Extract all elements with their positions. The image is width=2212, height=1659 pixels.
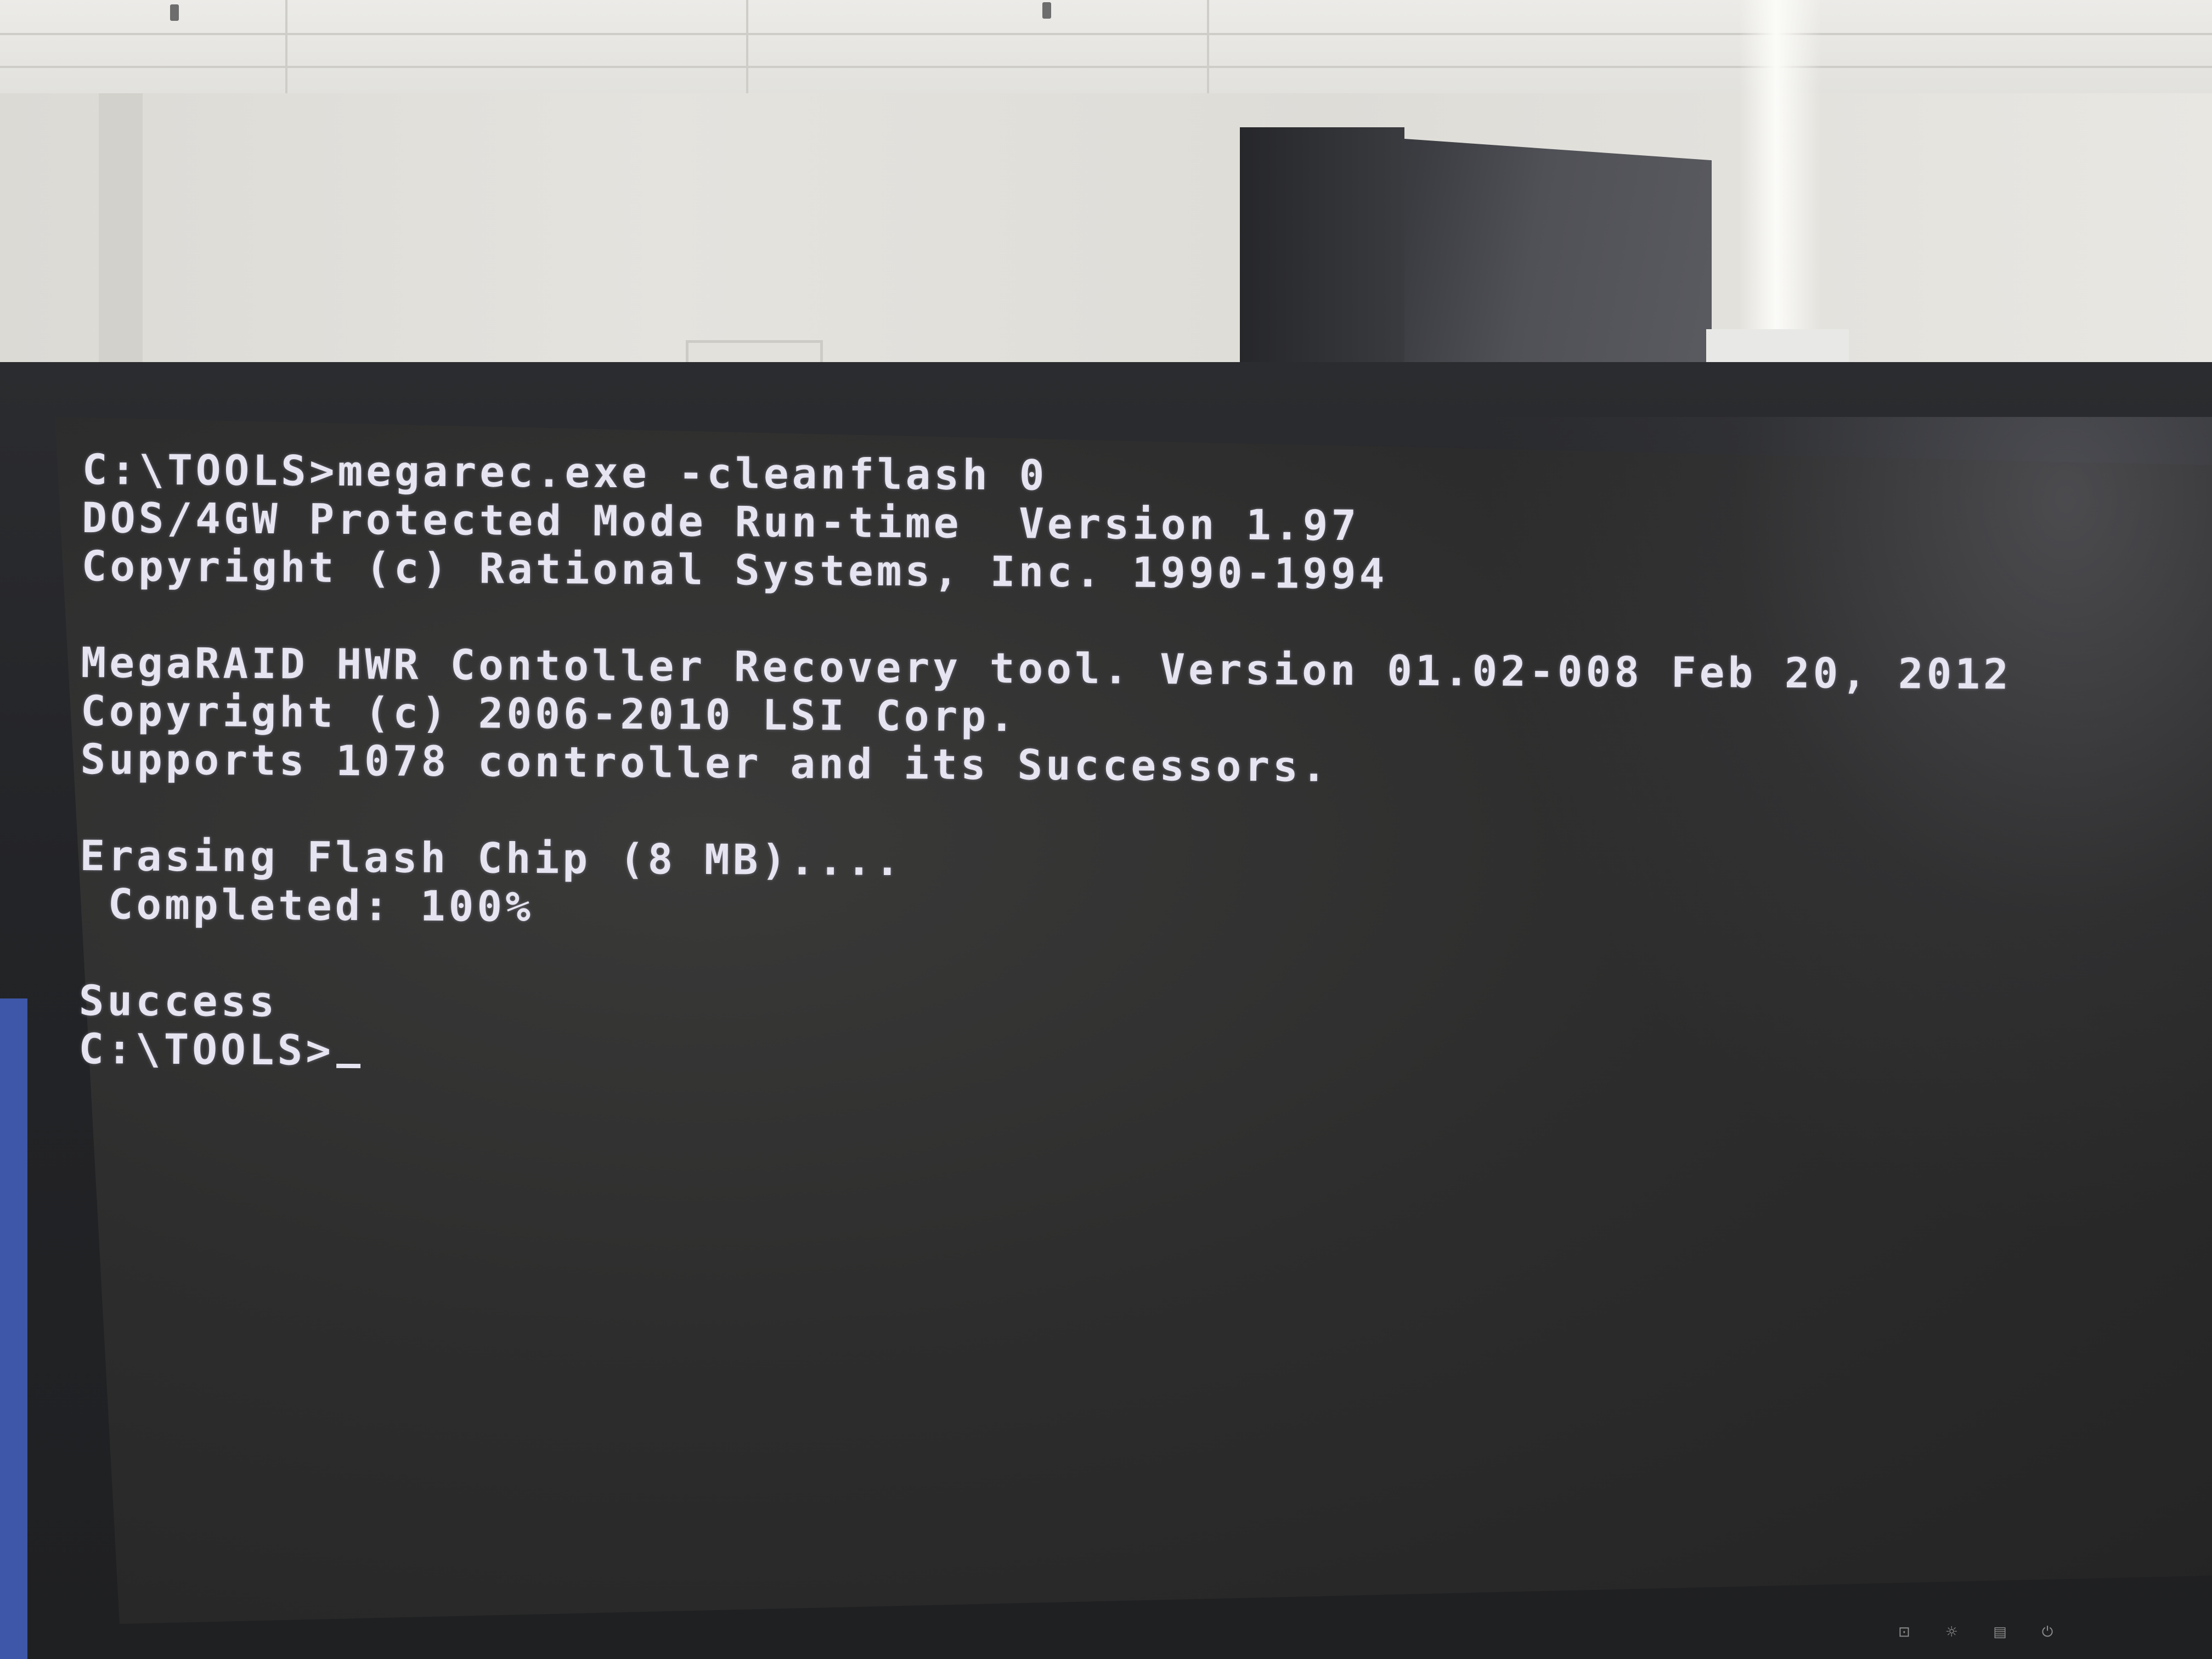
input-icon[interactable]: ⊡	[1898, 1624, 1910, 1641]
ceiling-grid-line	[285, 0, 287, 93]
ceiling-grid-line	[1207, 0, 1209, 93]
terminal-prompt: C:\TOOLS>	[78, 1024, 335, 1075]
menu-icon[interactable]: ▤	[1993, 1624, 2007, 1641]
office-wall	[0, 93, 2212, 379]
ceiling-grid-line	[746, 0, 748, 93]
background-monitor-edge	[1240, 127, 1404, 385]
window-light	[1739, 0, 1821, 379]
ceiling-grid-line	[0, 66, 2212, 68]
monitor-controls: ⊡ ☼ ▤ ⏻	[1898, 1624, 2053, 1641]
wall-column	[99, 93, 143, 379]
brightness-icon[interactable]: ☼	[1945, 1624, 1958, 1641]
ceiling	[0, 0, 2212, 93]
dos-terminal[interactable]: C:\TOOLS>megarec.exe -cleanflash 0 DOS/4…	[78, 445, 2112, 1086]
ceiling-sprinkler	[170, 4, 179, 21]
ceiling-grid-line	[0, 33, 2212, 35]
cubicle-partition	[0, 998, 27, 1659]
power-icon[interactable]: ⏻	[2042, 1624, 2053, 1641]
text-cursor	[336, 1063, 360, 1069]
ceiling-sprinkler	[1042, 2, 1051, 19]
